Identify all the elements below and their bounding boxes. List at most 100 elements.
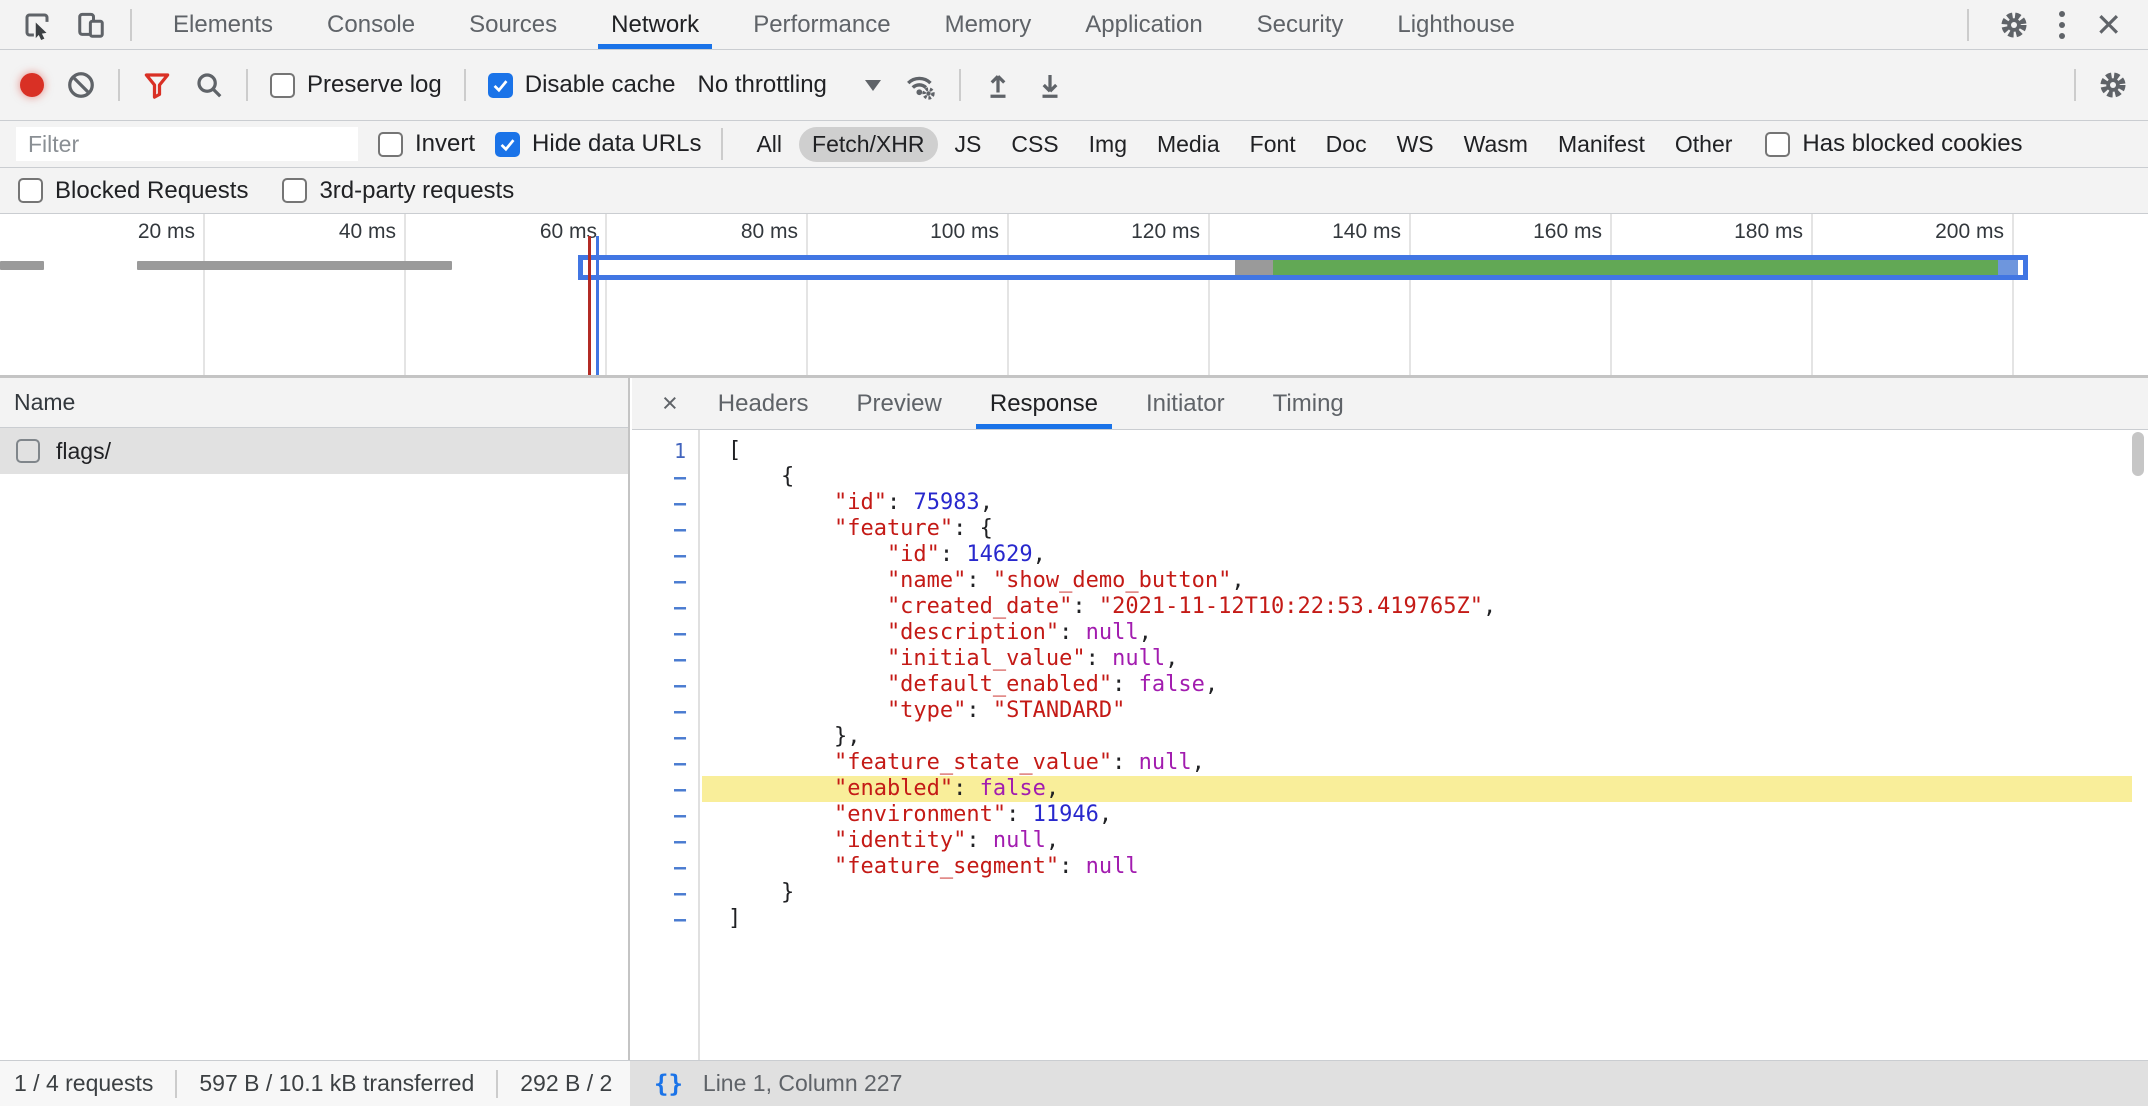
network-settings-gear-icon[interactable] [2098, 70, 2128, 100]
close-details-icon[interactable]: × [646, 378, 694, 429]
hide-data-urls-checkbox[interactable] [495, 132, 520, 157]
filter-type-other[interactable]: Other [1662, 127, 1746, 162]
status-item: 597 B / 10.1 kB transferred [177, 1070, 496, 1097]
network-summary-bar: 1 / 4 requests597 B / 10.1 kB transferre… [0, 1060, 630, 1106]
network-overview-timeline[interactable]: 20 ms40 ms60 ms80 ms100 ms120 ms140 ms16… [0, 214, 2148, 378]
settings-gear-icon[interactable] [1999, 10, 2029, 40]
filter-type-ws[interactable]: WS [1384, 127, 1447, 162]
toolbar-divider [246, 69, 248, 101]
search-icon[interactable] [194, 70, 224, 100]
filter-type-font[interactable]: Font [1237, 127, 1309, 162]
filter-type-all[interactable]: All [743, 127, 795, 162]
invert-group: Invert [378, 130, 475, 158]
gutter-cell: – [632, 568, 698, 594]
detail-tab-timing[interactable]: Timing [1249, 378, 1368, 429]
detail-tab-headers[interactable]: Headers [694, 378, 833, 429]
filter-type-img[interactable]: Img [1076, 127, 1140, 162]
blocked-requests-group: Blocked Requests [18, 177, 248, 205]
status-bar: 1 / 4 requests597 B / 10.1 kB transferre… [0, 1060, 2148, 1106]
network-conditions-icon[interactable] [903, 69, 937, 101]
clear-network-log-icon[interactable] [66, 70, 96, 100]
code-line: "initial_value": null, [702, 646, 2132, 672]
devtools-window: ElementsConsoleSourcesNetworkPerformance… [0, 0, 2148, 1106]
third-party-requests-checkbox[interactable] [282, 178, 307, 203]
network-filter-bar: Invert Hide data URLs AllFetch/XHRJSCSSI… [0, 121, 2148, 168]
detail-tab-preview[interactable]: Preview [833, 378, 966, 429]
device-toolbar-icon[interactable] [76, 10, 106, 40]
timeline-tick-label: 100 ms [849, 220, 999, 244]
toolbar-divider [118, 69, 120, 101]
import-har-icon[interactable] [983, 70, 1013, 100]
pretty-print-braces-icon[interactable]: {} [654, 1070, 683, 1098]
code-line: "name": "show_demo_button", [702, 568, 2132, 594]
blocked-requests-checkbox[interactable] [18, 178, 43, 203]
name-column-label: Name [14, 389, 75, 416]
filter-input[interactable] [16, 127, 358, 161]
request-row[interactable]: flags/ [0, 428, 628, 474]
tab-lighthouse[interactable]: Lighthouse [1370, 0, 1541, 49]
filter-funnel-icon[interactable] [142, 70, 172, 100]
timeline-tick-label: 160 ms [1452, 220, 1602, 244]
timeline-tick-label: 120 ms [1050, 220, 1200, 244]
code-line: "environment": 11946, [702, 802, 2132, 828]
tab-console[interactable]: Console [300, 0, 442, 49]
preserve-log-group: Preserve log [270, 71, 442, 99]
name-column-header[interactable]: Name [0, 378, 628, 428]
tabbar-left-icons [0, 9, 146, 41]
gutter-cell: – [632, 516, 698, 542]
disable-cache-checkbox[interactable] [488, 73, 513, 98]
code-line: "created_date": "2021-11-12T10:22:53.419… [702, 594, 2132, 620]
tab-application[interactable]: Application [1058, 0, 1229, 49]
timeline-gridline [2012, 214, 2014, 375]
filter-type-js[interactable]: JS [942, 127, 995, 162]
preserve-log-checkbox[interactable] [270, 73, 295, 98]
tab-elements[interactable]: Elements [146, 0, 300, 49]
timeline-gridline [203, 214, 205, 375]
filter-type-wasm[interactable]: Wasm [1451, 127, 1541, 162]
filter-type-media[interactable]: Media [1144, 127, 1233, 162]
code-line: "identity": null, [702, 828, 2132, 854]
tab-network[interactable]: Network [584, 0, 726, 49]
tab-security[interactable]: Security [1230, 0, 1371, 49]
has-blocked-cookies-group: Has blocked cookies [1765, 130, 2022, 158]
filter-type-css[interactable]: CSS [998, 127, 1071, 162]
tab-memory[interactable]: Memory [918, 0, 1059, 49]
throttling-dropdown[interactable]: No throttling [697, 71, 880, 99]
gutter-cell: – [632, 620, 698, 646]
code-line: } [702, 880, 2132, 906]
detail-tab-initiator[interactable]: Initiator [1122, 378, 1249, 429]
timeline-gridline [404, 214, 406, 375]
overview-gray-bar [0, 261, 44, 270]
detail-tab-response[interactable]: Response [966, 378, 1122, 429]
overview-request-bar[interactable] [578, 255, 2028, 280]
overview-gray-bar [137, 261, 452, 270]
invert-checkbox[interactable] [378, 132, 403, 157]
scrollbar-thumb[interactable] [2132, 432, 2144, 476]
filter-type-fetchxhr[interactable]: Fetch/XHR [799, 127, 937, 162]
tab-sources[interactable]: Sources [442, 0, 584, 49]
gutter-cell: – [632, 542, 698, 568]
filter-type-doc[interactable]: Doc [1313, 127, 1380, 162]
timeline-gridline [1007, 214, 1009, 375]
status-item: 1 / 4 requests [0, 1070, 175, 1097]
has-blocked-cookies-checkbox[interactable] [1765, 132, 1790, 157]
cursor-position-label: Line 1, Column 227 [703, 1070, 902, 1097]
code-line: "id": 14629, [702, 542, 2132, 568]
tab-performance[interactable]: Performance [726, 0, 917, 49]
filter-type-manifest[interactable]: Manifest [1545, 127, 1658, 162]
gutter-cell: – [632, 802, 698, 828]
request-row-checkbox[interactable] [16, 439, 40, 463]
hide-data-urls-group: Hide data URLs [495, 130, 701, 158]
code-line: ] [702, 906, 2132, 932]
line-number-gutter: 1–––––––––––––––––– [632, 430, 700, 1060]
more-options-kebab-icon[interactable] [2059, 11, 2065, 39]
response-status-bar: {} Line 1, Column 227 [630, 1060, 2148, 1106]
export-har-icon[interactable] [1035, 70, 1065, 100]
tabbar-right-icons: ✕ [1967, 9, 2148, 41]
inspect-element-icon[interactable] [22, 10, 52, 40]
record-network-log-icon[interactable] [20, 73, 44, 97]
disable-cache-group: Disable cache [488, 71, 676, 99]
gutter-cell: – [632, 828, 698, 854]
close-devtools-icon[interactable]: ✕ [2095, 9, 2122, 41]
gutter-cell: – [632, 880, 698, 906]
